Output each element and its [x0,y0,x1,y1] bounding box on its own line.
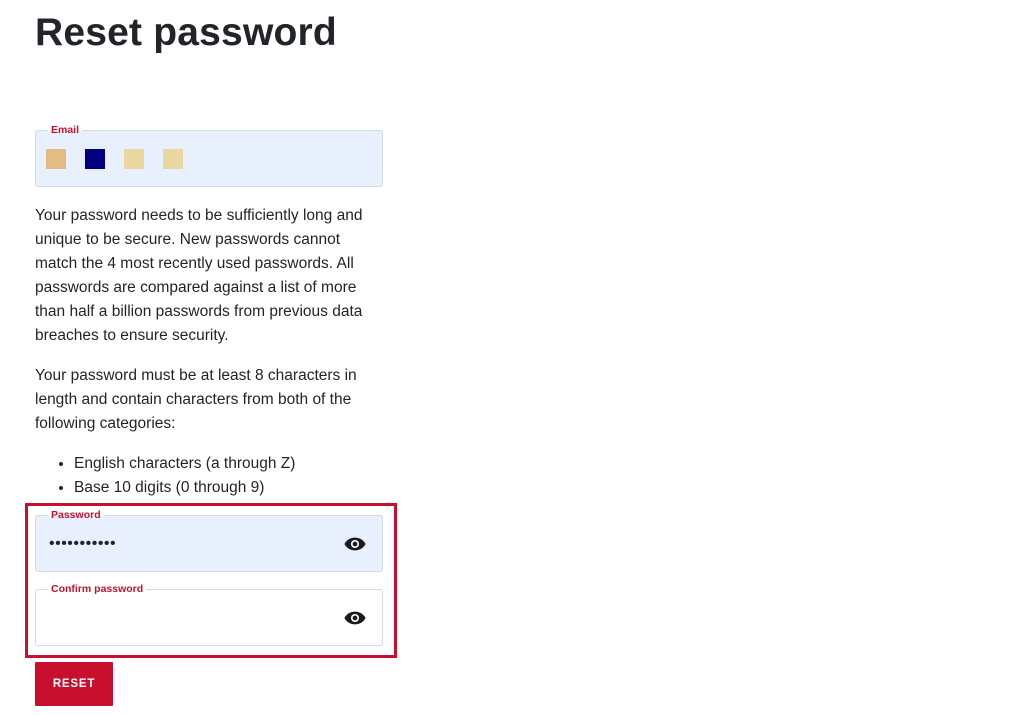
redaction-swatch [85,149,105,169]
redaction-swatch [163,149,183,169]
password-label: Password [48,509,104,522]
redaction-swatch [124,149,144,169]
email-label: Email [48,124,83,137]
redaction-swatch [46,149,66,169]
list-item: English characters (a through Z) [74,452,295,476]
password-categories-list: English characters (a through Z) Base 10… [35,452,295,500]
page-title: Reset password [35,11,337,54]
email-field[interactable]: Email [35,124,383,187]
password-field[interactable]: Password ••••••••••• [35,509,383,572]
password-input-value[interactable]: ••••••••••• [49,536,116,552]
confirm-password-label: Confirm password [48,583,147,596]
eye-icon[interactable] [344,536,366,552]
eye-icon[interactable] [344,610,366,626]
reset-button[interactable]: RESET [35,662,113,706]
confirm-password-field[interactable]: Confirm password [35,583,383,646]
reset-password-page: Reset password Email Your password needs… [0,0,1015,715]
password-requirements-rule: Your password must be at least 8 charact… [35,367,357,432]
list-item: Base 10 digits (0 through 9) [74,476,295,500]
password-requirements-intro: Your password needs to be sufficiently l… [35,207,363,344]
email-redacted-value [46,149,183,169]
